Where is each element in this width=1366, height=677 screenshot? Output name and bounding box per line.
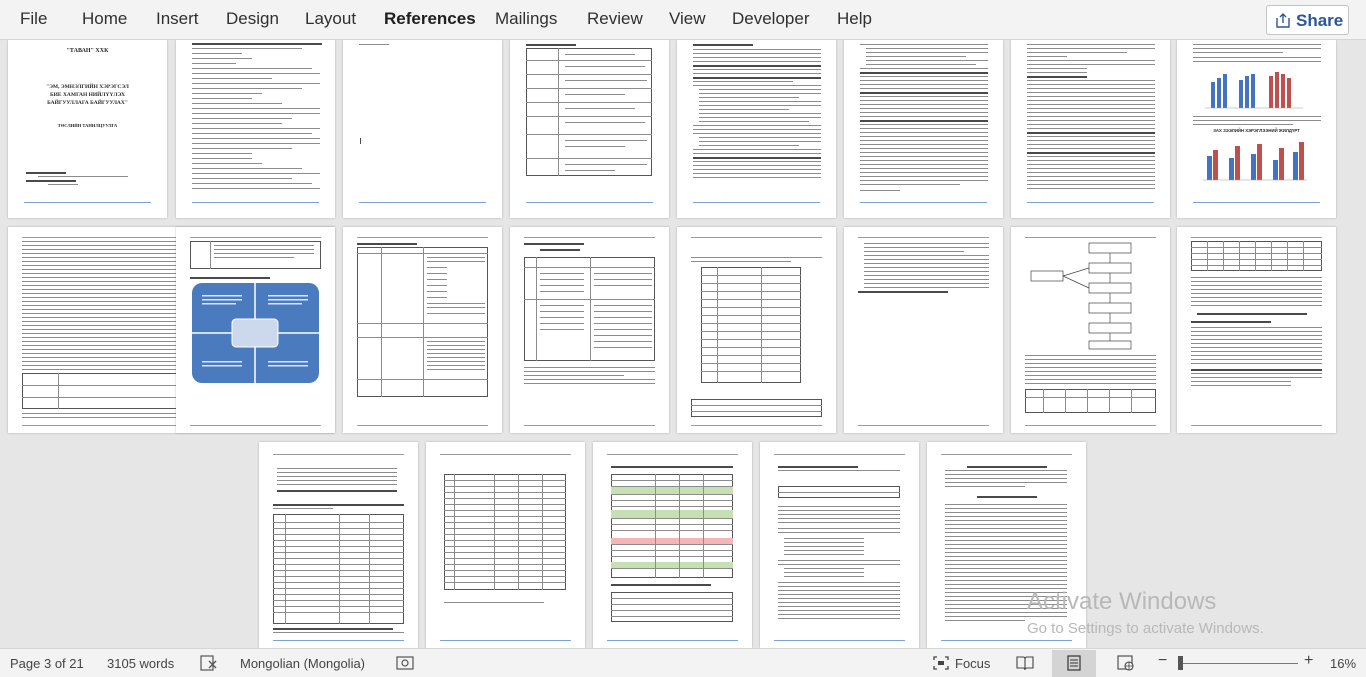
page-18[interactable] [426,442,585,648]
tab-review[interactable]: Review [587,9,643,29]
tab-help[interactable]: Help [837,9,872,29]
tab-layout[interactable]: Layout [305,9,356,29]
quadrant-diagram [192,283,319,383]
tab-design[interactable]: Design [226,9,279,29]
zoom-slider-thumb[interactable] [1178,656,1183,670]
page-7[interactable] [1011,40,1170,218]
watermark-subtitle: Go to Settings to activate Windows. [1027,620,1264,637]
page-4[interactable] [510,40,669,218]
page-11[interactable] [343,227,502,433]
proofing-icon[interactable] [200,655,218,671]
word-count[interactable]: 3105 words [107,656,174,671]
page-8[interactable]: ЗАХ ЗЭЭЛИЙН ХЭРЭГЛЭЭНИЙ ЖИЛДҮРТ [1177,40,1336,218]
page-6[interactable] [844,40,1003,218]
cover-org-name: "ТАВАН" ХХК [66,48,109,54]
chart-caption: ЗАХ ЗЭЭЛИЙН ХЭРЭГЛЭЭНИЙ ЖИЛДҮРТ [1213,128,1300,133]
activate-windows-watermark: Activate Windows Go to Settings to activ… [1027,588,1264,637]
focus-icon[interactable] [932,655,950,671]
page-17[interactable] [259,442,418,648]
page-19[interactable] [593,442,752,648]
print-layout-button[interactable] [1052,650,1096,677]
ribbon-tab-bar: File Home Insert Design Layout Reference… [0,0,1366,40]
cover-title-3: БАЙГУУЛЛАГА БАЙГУУЛАХ" [47,100,128,106]
cover-subtitle: ТӨСЛИЙН ТАНИЛЦУУЛГА [57,123,118,128]
page-13[interactable] [677,227,836,433]
read-mode-icon[interactable] [1016,655,1034,671]
cover-title-1: "ЭМ, ЭМНЭЛГИЙН ХЭРЭГСЭЛ [46,84,129,90]
share-icon [1276,13,1290,28]
page-1[interactable]: "ТАВАН" ХХК "ЭМ, ЭМНЭЛГИЙН ХЭРЭГСЭЛ БИЕ … [8,40,167,218]
focus-button[interactable]: Focus [955,656,990,671]
zoom-in-button[interactable]: + [1304,652,1313,670]
share-label: Share [1296,11,1344,30]
cover-title-2: БИЕ ХАМГАН НИЙЛҮҮЛЭХ [49,92,125,98]
bar-chart-figure-2 [1203,142,1307,181]
flowchart-diagram [1030,242,1132,350]
page-10[interactable] [176,227,335,433]
language-indicator[interactable]: Mongolian (Mongolia) [240,656,365,671]
tab-home[interactable]: Home [82,9,127,29]
page-5[interactable] [677,40,836,218]
web-layout-icon[interactable] [1117,655,1135,671]
page-20[interactable] [760,442,919,648]
tab-developer[interactable]: Developer [732,9,810,29]
page-3[interactable] [343,40,502,218]
zoom-out-button[interactable]: − [1158,652,1167,670]
page-15[interactable] [1011,227,1170,433]
tab-view[interactable]: View [669,9,706,29]
page-2[interactable] [176,40,335,218]
page-16[interactable] [1177,227,1336,433]
tab-mailings[interactable]: Mailings [495,9,557,29]
status-bar: Page 3 of 21 3105 words Mongolian (Mongo… [0,648,1366,677]
tab-insert[interactable]: Insert [156,9,199,29]
tab-file[interactable]: File [20,9,47,29]
page-14[interactable] [844,227,1003,433]
zoom-level[interactable]: 16% [1330,656,1356,671]
macro-recording-icon[interactable] [396,655,414,671]
print-layout-icon [1067,655,1081,671]
share-button[interactable]: Share [1266,5,1349,35]
bar-chart-figure-1 [1205,72,1303,109]
document-canvas[interactable]: "ТАВАН" ХХК "ЭМ, ЭМНЭЛГИЙН ХЭРЭГСЭЛ БИЕ … [0,40,1366,648]
zoom-slider[interactable] [1178,663,1298,664]
page-12[interactable] [510,227,669,433]
watermark-title: Activate Windows [1027,588,1217,615]
tab-references[interactable]: References [384,9,476,29]
page-count[interactable]: Page 3 of 21 [10,656,84,671]
